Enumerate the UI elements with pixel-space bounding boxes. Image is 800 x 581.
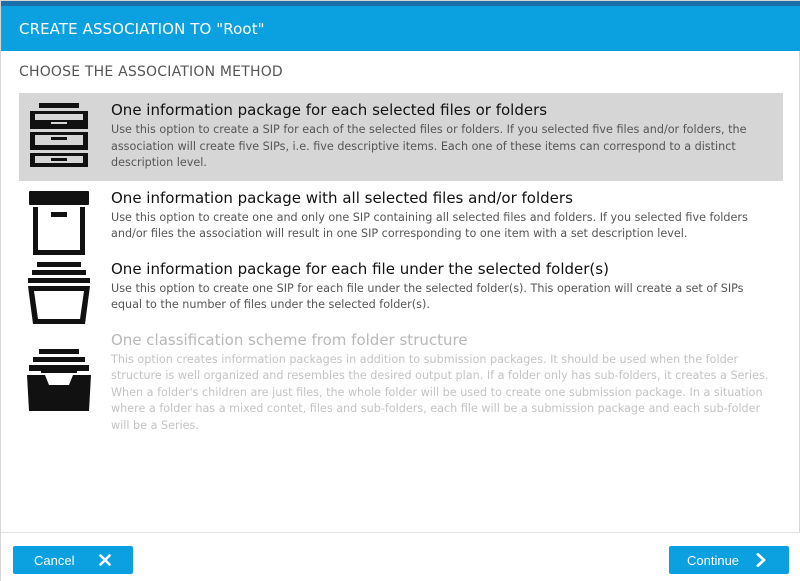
inbox-tray-icon bbox=[27, 348, 91, 411]
option-all-selected[interactable]: One information package with all selecte… bbox=[19, 181, 783, 255]
chevron-right-icon bbox=[756, 553, 766, 567]
option-each-selected[interactable]: One information package for each selecte… bbox=[19, 93, 783, 181]
section-title: CHOOSE THE ASSOCIATION METHOD bbox=[19, 64, 283, 80]
option-description: Use this option to create a SIP for each… bbox=[111, 123, 747, 169]
dialog-title: CREATE ASSOCIATION TO "Root" bbox=[19, 19, 265, 38]
option-each-file-in-folder[interactable]: One information package for each file un… bbox=[19, 252, 783, 324]
association-options: One information package for each selecte… bbox=[19, 93, 783, 443]
dialog-header: CREATE ASSOCIATION TO "Root" bbox=[1, 6, 800, 51]
dialog-footer: Cancel Continue bbox=[1, 532, 800, 581]
continue-button[interactable]: Continue bbox=[669, 546, 789, 574]
option-title: One information package for each file un… bbox=[111, 259, 609, 278]
cancel-button[interactable]: Cancel bbox=[13, 546, 133, 574]
option-title: One information package for each selecte… bbox=[111, 101, 548, 119]
filing-cabinet-drawers-icon bbox=[30, 103, 88, 167]
option-title: One classification scheme from folder st… bbox=[111, 330, 468, 349]
option-description: This option creates information packages… bbox=[111, 352, 769, 432]
archive-box-icon bbox=[29, 190, 89, 255]
continue-label: Continue bbox=[687, 552, 740, 568]
cancel-label: Cancel bbox=[34, 552, 75, 568]
association-dialog: CREATE ASSOCIATION TO "Root" CHOOSE THE … bbox=[0, 0, 800, 581]
option-classification-scheme: One classification scheme from folder st… bbox=[19, 323, 783, 444]
stacked-trays-icon bbox=[28, 261, 90, 324]
close-icon bbox=[99, 554, 111, 566]
option-description: Use this option to create one and only o… bbox=[111, 210, 748, 241]
option-description: Use this option to create one SIP for ea… bbox=[111, 281, 744, 312]
option-title: One information package with all selecte… bbox=[111, 188, 573, 207]
